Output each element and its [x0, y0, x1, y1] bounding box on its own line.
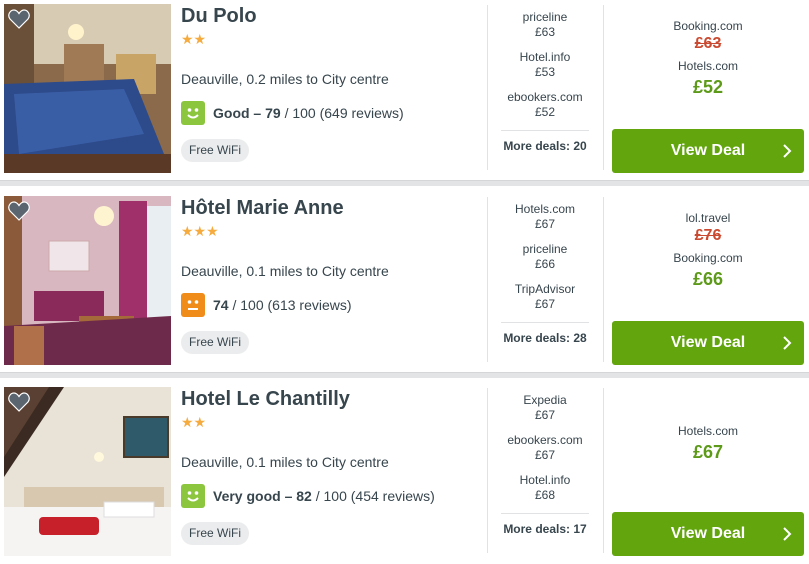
view-deal-button[interactable]: View Deal [612, 321, 804, 365]
favorite-heart-icon[interactable] [8, 392, 30, 412]
chevron-right-icon [783, 336, 792, 350]
deal-item[interactable]: ebookers.com £52 [501, 90, 589, 130]
amenity-badge: Free WiFi [181, 139, 249, 162]
divider [603, 5, 604, 170]
deal-price: £68 [534, 488, 556, 502]
hotel-card[interactable]: Hotel Le Chantilly ★★ Deauville, 0.1 mil… [0, 383, 809, 564]
more-deals-link[interactable]: More deals: 20 [501, 130, 589, 153]
old-price: £76 [694, 227, 722, 244]
hotel-location: Deauville, 0.1 miles to City centre [181, 454, 389, 470]
rating-label: Good – 79 [213, 105, 281, 121]
review-rating[interactable]: Good – 79 / 100 (649 reviews) [181, 101, 404, 125]
deal-price: £63 [534, 25, 556, 39]
view-deal-button[interactable]: View Deal [612, 129, 804, 173]
neutral-face-icon [181, 293, 205, 317]
old-provider: lol.travel [685, 211, 731, 225]
hotel-location: Deauville, 0.2 miles to City centre [181, 71, 389, 87]
card-separator [0, 180, 809, 186]
divider [487, 5, 488, 170]
hotel-name[interactable]: Hotel Le Chantilly [181, 388, 350, 411]
rating-label: Very good – 82 [213, 488, 312, 504]
hotel-card[interactable]: Hôtel Marie Anne ★★★ Deauville, 0.1 mile… [0, 192, 809, 378]
best-price: £52 [692, 77, 724, 97]
deal-item[interactable]: Hotels.com £67 [501, 202, 589, 242]
deal-price: £66 [534, 257, 556, 271]
deal-item[interactable]: Expedia £67 [501, 393, 589, 433]
divider [487, 388, 488, 553]
best-price: £67 [692, 442, 724, 462]
deal-provider: TripAdvisor [514, 282, 576, 296]
best-deal: Hotels.com £67 [612, 424, 804, 463]
best-price: £66 [692, 269, 724, 289]
favorite-heart-icon[interactable] [8, 9, 30, 29]
other-deals-list: Hotels.com £67 priceline £66 TripAdvisor £6… [501, 202, 589, 322]
best-provider: Hotels.com [677, 59, 739, 73]
review-rating[interactable]: Very good – 82 / 100 (454 reviews) [181, 484, 435, 508]
amenity-badge: Free WiFi [181, 331, 249, 354]
chevron-right-icon [783, 144, 792, 158]
rating-details: / 100 (649 reviews) [280, 105, 404, 121]
deal-provider: Hotel.info [519, 50, 571, 64]
hotel-card[interactable]: Du Polo ★★ Deauville, 0.2 miles to City … [0, 0, 809, 186]
star-rating: ★★★ [181, 223, 219, 239]
hotel-photo[interactable] [4, 387, 171, 556]
rating-label: 74 [213, 297, 229, 313]
rating-details: / 100 (613 reviews) [228, 297, 352, 313]
review-rating[interactable]: 74 / 100 (613 reviews) [181, 293, 352, 317]
view-deal-button[interactable]: View Deal [612, 512, 804, 556]
deal-provider: priceline [522, 242, 568, 256]
deal-price: £67 [534, 408, 556, 422]
smiley-face-icon [181, 484, 205, 508]
deal-provider: Hotels.com [514, 202, 576, 216]
deal-item[interactable]: ebookers.com £67 [501, 433, 589, 473]
best-deal: lol.travel £76 Booking.com £66 [612, 211, 804, 290]
star-rating: ★★ [181, 414, 207, 430]
deal-provider: Expedia [523, 393, 567, 407]
hotel-name[interactable]: Du Polo [181, 5, 257, 28]
hotel-photo[interactable] [4, 4, 171, 173]
hotel-photo[interactable] [4, 196, 171, 365]
card-separator [0, 372, 809, 378]
deal-item[interactable]: TripAdvisor £67 [501, 282, 589, 322]
star-rating: ★★ [181, 31, 207, 47]
deal-price: £67 [534, 217, 556, 231]
deal-item[interactable]: priceline £63 [501, 10, 589, 50]
view-deal-label: View Deal [670, 142, 746, 159]
more-deals-link[interactable]: More deals: 28 [501, 322, 589, 345]
hotel-name[interactable]: Hôtel Marie Anne [181, 197, 344, 220]
other-deals-list: Expedia £67 ebookers.com £67 Hotel.info £68 [501, 393, 589, 513]
old-provider: Booking.com [673, 19, 743, 33]
smiley-face-icon [181, 101, 205, 125]
divider [603, 197, 604, 362]
best-deal: Booking.com £63 Hotels.com £52 [612, 19, 804, 98]
deal-provider: priceline [522, 10, 568, 24]
rating-details: / 100 (454 reviews) [311, 488, 435, 504]
chevron-right-icon [783, 527, 792, 541]
deal-item[interactable]: priceline £66 [501, 242, 589, 282]
old-price: £63 [694, 35, 722, 52]
view-deal-label: View Deal [670, 525, 746, 542]
deal-item[interactable]: Hotel.info £68 [501, 473, 589, 513]
hotel-location: Deauville, 0.1 miles to City centre [181, 263, 389, 279]
deal-price: £52 [534, 105, 556, 119]
view-deal-label: View Deal [670, 334, 746, 351]
divider [487, 197, 488, 362]
deal-provider: Hotel.info [519, 473, 571, 487]
more-deals-link[interactable]: More deals: 17 [501, 513, 589, 536]
deal-provider: ebookers.com [507, 90, 583, 104]
deal-item[interactable]: Hotel.info £53 [501, 50, 589, 90]
deal-price: £67 [534, 297, 556, 311]
favorite-heart-icon[interactable] [8, 201, 30, 221]
amenity-badge: Free WiFi [181, 522, 249, 545]
best-provider: Booking.com [673, 251, 743, 265]
deal-price: £67 [534, 448, 556, 462]
other-deals-list: priceline £63 Hotel.info £53 ebookers.com £… [501, 10, 589, 130]
divider [603, 388, 604, 553]
best-provider: Hotels.com [677, 424, 739, 438]
deal-provider: ebookers.com [507, 433, 583, 447]
deal-price: £53 [534, 65, 556, 79]
